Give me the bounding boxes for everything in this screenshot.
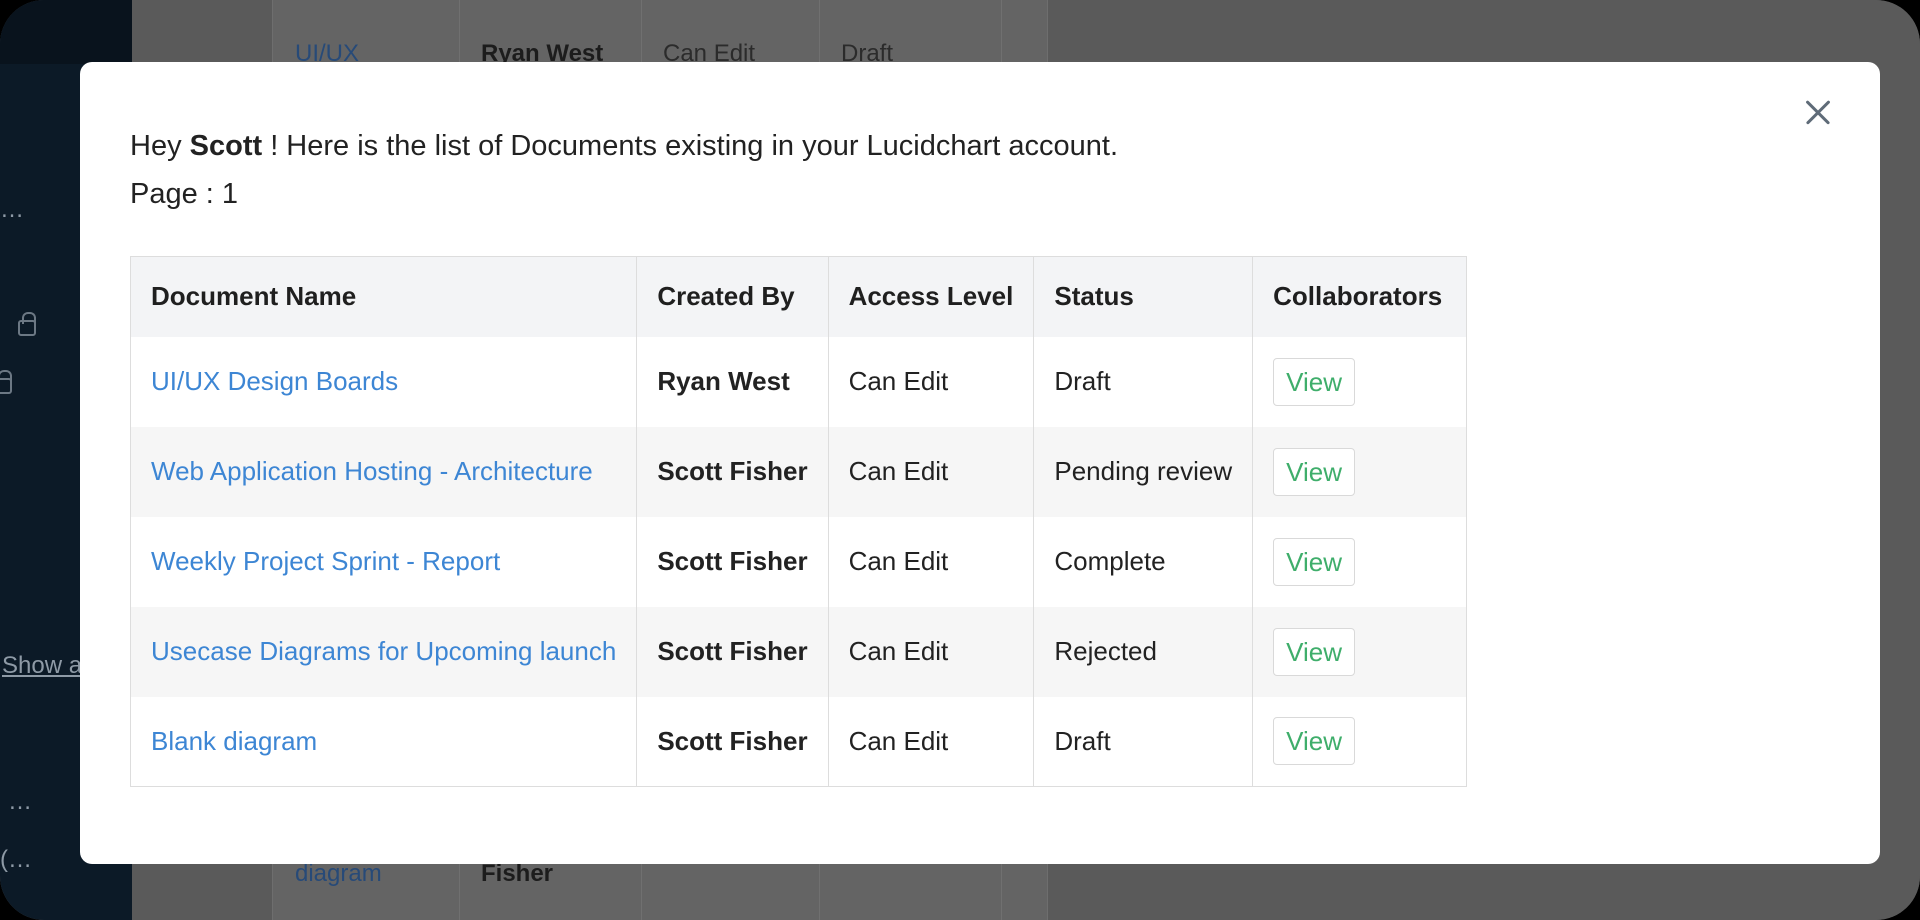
documents-table: Document Name Created By Access Level St… [130, 256, 1468, 787]
created-by-cell: Scott Fisher [636, 426, 829, 517]
column-header-created-by: Created By [636, 256, 829, 337]
created-by-cell: Ryan West [636, 336, 829, 427]
document-name-cell: Web Application Hosting - Architecture [130, 426, 638, 517]
document-name-cell: UI/UX Design Boards [130, 336, 638, 427]
background-sidebar-text: (… [0, 846, 32, 873]
greeting-text: Hey Scott ! Here is the list of Document… [130, 130, 1118, 163]
document-link[interactable]: UI/UX Design Boards [151, 366, 398, 396]
access-level-cell: Can Edit [828, 336, 1035, 427]
background-sidebar-text: … [8, 788, 32, 815]
document-name-cell: Blank diagram [130, 696, 638, 787]
status-cell: Draft [1033, 696, 1254, 787]
column-header-document-name: Document Name [130, 256, 638, 337]
status-cell: Rejected [1033, 606, 1254, 697]
documents-modal: Hey Scott ! Here is the list of Document… [80, 62, 1880, 864]
document-link[interactable]: Blank diagram [151, 726, 317, 756]
created-by-cell: Scott Fisher [636, 606, 829, 697]
table-row: Usecase Diagrams for Upcoming launch Sco… [130, 606, 1468, 697]
column-header-access-level: Access Level [828, 256, 1035, 337]
view-collaborators-button[interactable]: View [1273, 447, 1356, 496]
view-collaborators-button[interactable]: View [1273, 537, 1356, 586]
view-collaborators-button[interactable]: View [1273, 627, 1356, 676]
close-icon[interactable] [1796, 90, 1840, 134]
access-level-cell: Can Edit [828, 606, 1035, 697]
background-doc-creator: Fisher [481, 860, 554, 887]
column-header-status: Status [1033, 256, 1254, 337]
view-collaborators-button[interactable]: View [1273, 357, 1356, 406]
access-level-cell: Can Edit [828, 696, 1035, 787]
table-header-row: Document Name Created By Access Level St… [130, 256, 1468, 337]
background-sidebar-header [0, 0, 132, 64]
lock-icon [0, 370, 12, 394]
collaborators-cell: View [1252, 516, 1468, 607]
greeting-user-name: Scott [189, 130, 263, 162]
table-row: Web Application Hosting - Architecture S… [130, 426, 1468, 517]
document-link[interactable]: Weekly Project Sprint - Report [151, 546, 500, 576]
page-indicator: Page : 1 [130, 178, 239, 210]
created-by-cell: Scott Fisher [636, 516, 829, 607]
status-cell: Pending review [1033, 426, 1254, 517]
created-by-cell: Scott Fisher [636, 696, 829, 787]
document-name-cell: Usecase Diagrams for Upcoming launch [130, 606, 638, 697]
lock-icon [18, 312, 36, 336]
access-level-cell: Can Edit [828, 516, 1035, 607]
collaborators-cell: View [1252, 426, 1468, 517]
document-name-cell: Weekly Project Sprint - Report [130, 516, 638, 607]
document-link[interactable]: Web Application Hosting - Architecture [151, 456, 593, 486]
app-window: … Show a … (… UI/UX Ryan West Can Edit D… [0, 0, 1920, 920]
status-cell: Draft [1033, 336, 1254, 427]
collaborators-cell: View [1252, 606, 1468, 697]
status-cell: Complete [1033, 516, 1254, 607]
document-link[interactable]: Usecase Diagrams for Upcoming launch [151, 636, 616, 666]
view-collaborators-button[interactable]: View [1273, 717, 1356, 766]
background-sidebar-text: … [0, 196, 24, 223]
greeting-suffix: ! Here is the list of Documents existing… [262, 130, 1119, 162]
table-row: Blank diagram Scott Fisher Can Edit Draf… [130, 696, 1468, 787]
collaborators-cell: View [1252, 696, 1468, 787]
table-row: UI/UX Design Boards Ryan West Can Edit D… [130, 336, 1468, 427]
access-level-cell: Can Edit [828, 426, 1035, 517]
greeting-prefix: Hey [130, 130, 190, 162]
background-show-all-link: Show a [2, 652, 83, 679]
column-header-collaborators: Collaborators [1252, 256, 1468, 337]
collaborators-cell: View [1252, 336, 1468, 427]
table-row: Weekly Project Sprint - Report Scott Fis… [130, 516, 1468, 607]
background-doc-name: diagram [295, 860, 382, 887]
